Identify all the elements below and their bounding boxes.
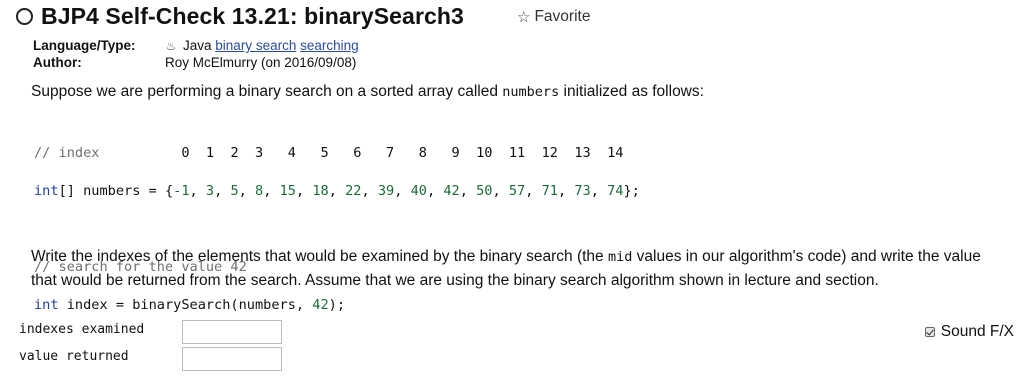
array-separator: , [426,183,444,199]
array-separator: , [525,183,542,199]
code-keyword-int-array: int [34,183,59,199]
array-value: 71 [541,183,558,199]
code-line4-end: ); [328,297,346,313]
code-array-end: }; [623,183,640,199]
array-separator: , [361,183,378,199]
intro-text: Suppose we are performing a binary searc… [31,83,503,100]
array-value: 39 [377,183,395,199]
array-value: 50 [476,183,493,199]
index-number: 8 [418,145,427,161]
array-value: 57 [508,183,526,199]
index-number: 6 [353,145,362,161]
index-number: 13 [574,145,591,161]
code-line-4: int index = binarySearch(numbers, 42); [34,296,640,315]
code-line4-rest: index = binarySearch(numbers, [58,297,313,313]
java-icon: ♨ [165,39,177,53]
value-returned-input[interactable] [182,347,282,371]
array-value: 40 [410,183,427,199]
intro-paragraph: Suppose we are performing a binary searc… [31,80,704,104]
tag-link-searching[interactable]: searching [300,38,359,53]
index-number: 4 [287,145,296,161]
array-separator: , [557,183,575,199]
code-keyword-int: int [34,297,59,313]
array-value: 73 [574,183,591,199]
index-number: 2 [230,145,239,161]
intro-code-word: numbers [502,84,560,100]
page-title: BJP4 Self-Check 13.21: binarySearch3 [41,2,464,29]
sound-fx-checkbox[interactable] [924,327,935,337]
array-value: 8 [255,183,264,199]
array-separator: , [328,183,346,199]
instructions-text: Write the indexes of the elements that w… [31,248,608,265]
language-key: Language/Type: [33,38,136,53]
author-value: Roy McElmurry (on 2016/09/08) [165,55,357,70]
code-block: // index 0 1 2 3 4 5 6 7 8 9 10 11 12 13… [34,125,640,334]
code-array-decl-text: [] numbers = { [58,183,174,199]
code-index-comment: // index [34,145,100,161]
index-number: 12 [541,145,558,161]
code-line-1: // index 0 1 2 3 4 5 6 7 8 9 10 11 12 13… [34,144,640,163]
sound-fx-label: Sound F/X [940,323,1014,340]
index-number: 10 [476,145,493,161]
instructions-code-word: mid [607,249,633,265]
language-value: Java [183,38,212,53]
array-separator: , [394,183,411,199]
array-value: 42 [443,183,460,199]
index-number: 9 [451,145,460,161]
index-number: 14 [607,145,624,161]
array-separator: , [295,183,313,199]
index-number: 5 [320,145,329,161]
author-key: Author: [33,55,82,70]
code-line-2: int[] numbers = {-1, 3, 5, 8, 15, 18, 22… [34,182,640,201]
array-separator: , [590,183,608,199]
array-value: 18 [312,183,329,199]
index-number: 1 [205,145,215,161]
index-number: 3 [255,145,264,161]
array-separator: , [492,183,509,199]
index-number: 0 [181,145,190,161]
array-value: -1 [173,183,190,199]
tag-link-binary-search[interactable]: binary search [215,38,296,53]
language-value-row: ♨ Java binary search searching [165,37,359,55]
value-returned-label: value returned [19,349,129,364]
index-number: 11 [508,145,526,161]
array-separator: , [238,183,256,199]
code-search-value: 42 [312,297,329,313]
array-value: 5 [230,183,239,199]
array-value: 22 [345,183,362,199]
array-separator: , [459,183,477,199]
indexes-examined-input[interactable] [182,320,282,344]
indexes-examined-label: indexes examined [19,322,145,337]
instructions-paragraph: Write the indexes of the elements that w… [31,245,1006,293]
intro-text-after: initialized as follows: [559,83,704,100]
array-separator: , [214,183,231,199]
title-row: BJP4 Self-Check 13.21: binarySearch3 [16,1,464,31]
array-separator: , [263,183,280,199]
favorite-label: Favorite [534,8,591,25]
array-value: 74 [607,183,624,199]
favorite-button[interactable]: ☆ Favorite [517,8,590,26]
index-number: 7 [386,145,395,161]
array-value: 15 [279,183,296,199]
array-separator: , [189,183,206,199]
status-circle-icon [16,7,33,25]
star-icon: ☆ [517,9,531,26]
sound-fx-toggle[interactable]: Sound F/X [924,323,1014,341]
array-value: 3 [205,183,215,199]
